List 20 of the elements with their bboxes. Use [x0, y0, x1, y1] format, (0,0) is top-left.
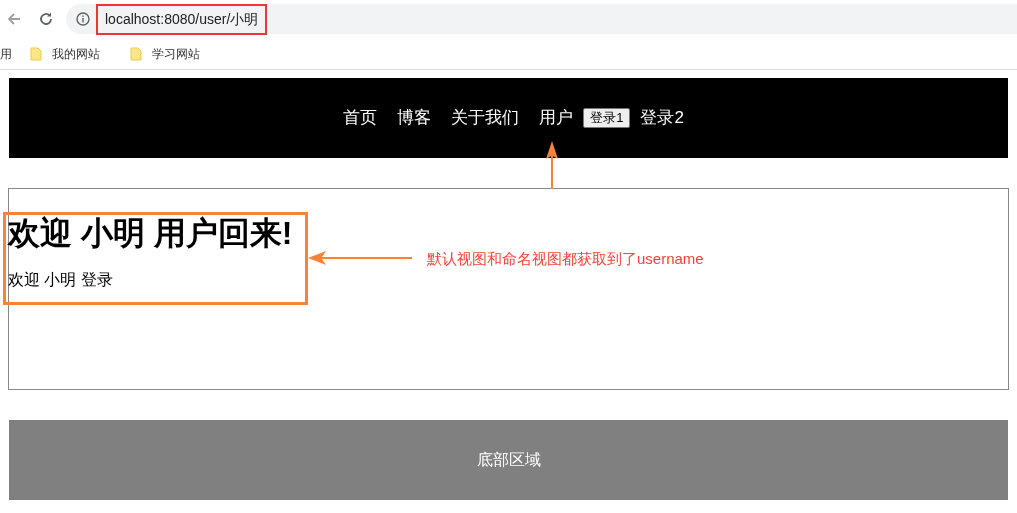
nav-link[interactable]: 用户 — [539, 105, 574, 131]
folder-icon — [30, 46, 42, 61]
bookmark-link[interactable]: 我的网站 — [52, 44, 100, 63]
bookmark-link[interactable]: 学习网站 — [152, 44, 200, 63]
address-bar[interactable]: localhost:8080/user/小明 — [66, 4, 1017, 34]
url-text: localhost:8080/user/小明 — [96, 3, 268, 35]
login-button[interactable]: 登录1 — [583, 108, 631, 128]
nav-link[interactable]: 关于我们 — [451, 105, 520, 131]
footer-bar: 底部区域 — [9, 420, 1008, 500]
annotation-text: 默认视图和命名视图都获取到了username — [427, 249, 704, 269]
reload-icon[interactable] — [38, 11, 54, 27]
nav-link[interactable]: 博客 — [397, 105, 432, 131]
welcome-heading: 欢迎 小明 用户回来! — [8, 214, 294, 252]
nav-link[interactable]: 首页 — [343, 105, 378, 131]
apps-bookmark[interactable]: 用 — [0, 44, 12, 63]
welcome-text: 欢迎 小明 登录 — [8, 270, 114, 290]
folder-icon — [130, 46, 142, 61]
back-arrow-icon[interactable] — [6, 11, 22, 27]
nav-link[interactable]: 登录2 — [640, 105, 684, 131]
info-icon — [76, 12, 90, 26]
